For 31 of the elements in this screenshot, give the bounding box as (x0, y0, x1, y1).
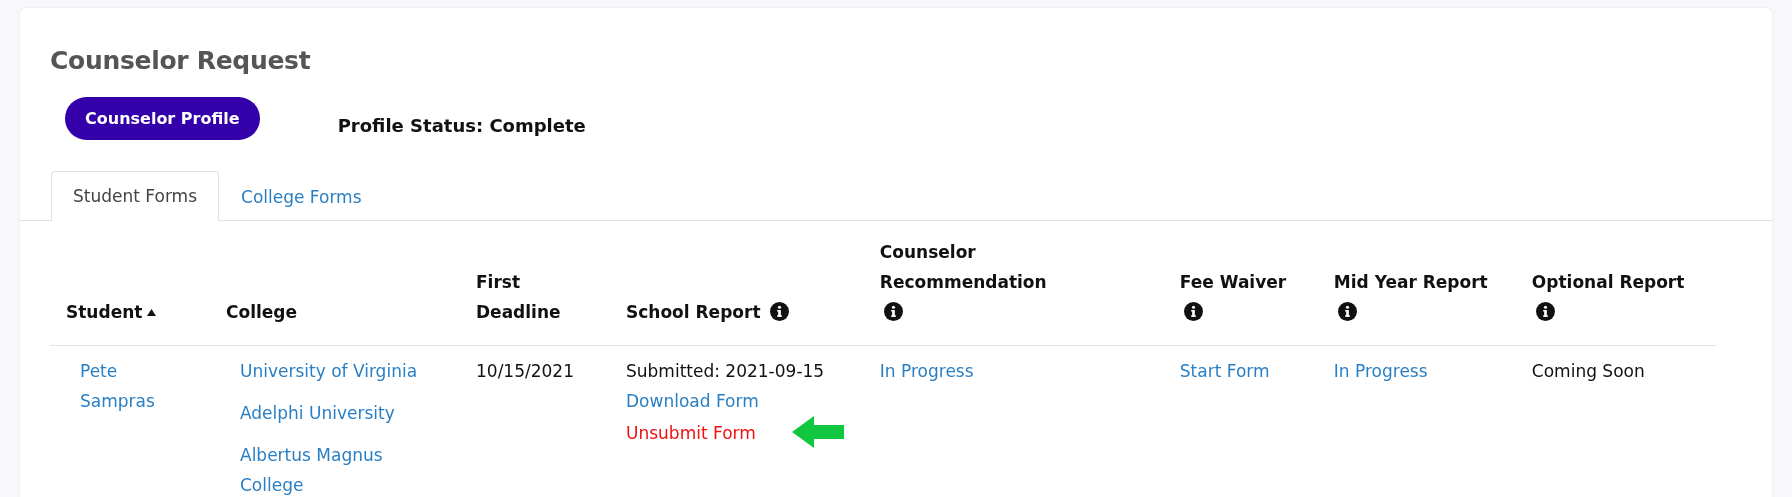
counselor-profile-button[interactable]: Counselor Profile (65, 97, 260, 140)
table-link[interactable]: Pete Sampras (80, 356, 190, 416)
unsubmit-link[interactable]: Unsubmit Form (626, 418, 756, 448)
table-link[interactable]: Albertus Magnus College (240, 440, 440, 497)
column-header[interactable]: School Report (626, 297, 761, 327)
column-header[interactable]: College (226, 297, 298, 327)
cell-text: 10/15/2021 (476, 360, 574, 383)
page-title: Counselor Request (49, 45, 312, 75)
sort-up-icon[interactable] (147, 309, 157, 316)
table-link[interactable]: Adelphi University (240, 398, 395, 428)
table-link[interactable]: University of Virginia (240, 356, 418, 386)
tab[interactable]: Student Forms (51, 171, 219, 221)
cell-text: Coming Soon (1531, 360, 1645, 383)
info-icon[interactable] (883, 302, 903, 321)
info-icon[interactable] (1183, 302, 1203, 321)
table-link[interactable]: In Progress (1333, 356, 1428, 386)
table-link[interactable]: Download Form (626, 386, 759, 416)
column-header[interactable]: Fee Waiver (1179, 267, 1287, 297)
cell-text: Submitted: 2021-09-15 (626, 360, 825, 383)
table-link[interactable]: Start Form (1179, 356, 1270, 386)
column-header[interactable]: First Deadline (476, 267, 590, 327)
column-header[interactable]: Student (66, 297, 143, 327)
column-header[interactable]: Optional Report (1531, 267, 1685, 297)
tab[interactable]: College Forms (219, 171, 384, 221)
column-header[interactable]: Mid Year Report (1333, 267, 1488, 297)
info-icon[interactable] (1535, 302, 1555, 321)
profile-status: Profile Status: Complete (337, 115, 586, 136)
table-link[interactable]: In Progress (879, 356, 974, 386)
info-icon[interactable] (770, 302, 790, 321)
info-icon[interactable] (1337, 302, 1357, 321)
column-header[interactable]: Counselor Recommendation (879, 237, 1144, 297)
